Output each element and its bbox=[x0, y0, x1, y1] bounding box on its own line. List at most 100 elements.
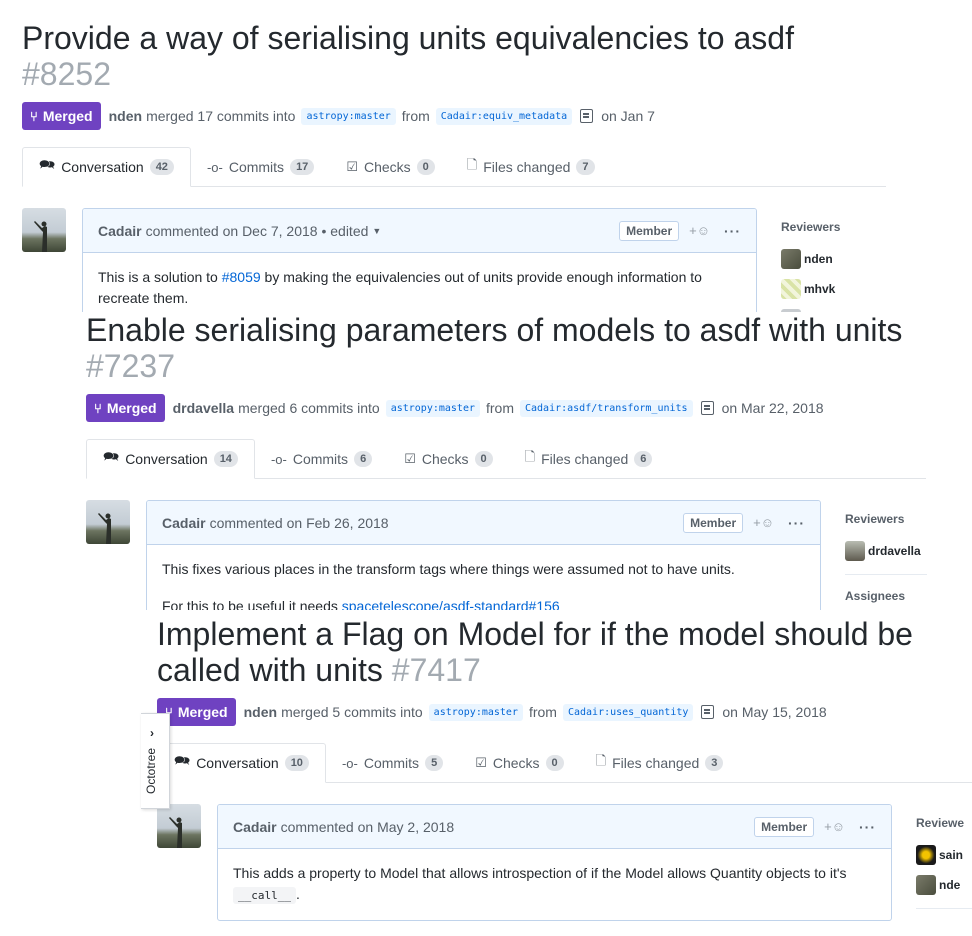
reviewers-heading: Reviewers bbox=[781, 220, 841, 234]
file-diff-icon: 🗋 bbox=[524, 449, 536, 464]
commit-icon: -o- bbox=[270, 451, 287, 467]
state-label: Merged bbox=[42, 108, 93, 124]
comment-author[interactable]: Cadair bbox=[162, 515, 206, 531]
merged-by-user[interactable]: nden bbox=[244, 704, 277, 720]
base-branch[interactable]: astropy:master bbox=[385, 399, 480, 417]
pr-title-text: Provide a way of serialising units equiv… bbox=[22, 20, 794, 56]
add-reaction-icon[interactable]: +☺ bbox=[689, 223, 710, 238]
pr-number[interactable]: #7237 bbox=[86, 348, 175, 384]
more-options-icon[interactable]: ··· bbox=[724, 223, 741, 239]
avatar[interactable] bbox=[157, 804, 201, 848]
merge-date: on Mar 22, 2018 bbox=[721, 400, 824, 416]
pr-number[interactable]: #7417 bbox=[392, 652, 481, 688]
add-reaction-icon[interactable]: +☺ bbox=[753, 515, 774, 530]
comment: Cadair commented on Dec 7, 2018 • edited… bbox=[82, 208, 757, 314]
head-branch[interactable]: Cadair:asdf/transform_units bbox=[520, 399, 693, 417]
sidebar: Reviewers drdavella Assignees bbox=[845, 512, 927, 610]
avatar[interactable] bbox=[86, 500, 130, 544]
base-branch[interactable]: astropy:master bbox=[428, 703, 523, 721]
comment-author[interactable]: Cadair bbox=[98, 223, 142, 239]
tab-checks[interactable]: ☑ Checks 0 bbox=[459, 744, 579, 782]
tab-label: Commits bbox=[363, 755, 420, 771]
tab-counter: 17 bbox=[290, 159, 315, 175]
tab-files-changed[interactable]: 🗋 Files changed 3 bbox=[580, 744, 740, 782]
tab-counter: 6 bbox=[634, 451, 653, 467]
tab-commits[interactable]: -o- Commits 17 bbox=[191, 148, 330, 186]
more-options-icon[interactable]: ··· bbox=[788, 515, 805, 531]
tab-counter: 14 bbox=[213, 451, 238, 467]
comment-text: . bbox=[295, 886, 300, 902]
pr-title: Implement a Flag on Model for if the mod… bbox=[157, 616, 913, 688]
tab-counter: 10 bbox=[284, 755, 309, 771]
merge-date: on Jan 7 bbox=[601, 108, 655, 124]
tab-counter: 0 bbox=[474, 451, 493, 467]
tab-counter: 7 bbox=[576, 159, 595, 175]
comment-body: This is a solution to #8059 by making th… bbox=[83, 253, 756, 314]
pr-meta: ⑂ Merged nden merged 5 commits into astro… bbox=[157, 698, 827, 726]
tab-commits[interactable]: -o- Commits 6 bbox=[255, 440, 388, 478]
head-branch[interactable]: Cadair:uses_quantity bbox=[562, 703, 694, 721]
tab-counter: 42 bbox=[149, 159, 174, 175]
comment-header: Cadair commented on Dec 7, 2018 • edited… bbox=[83, 209, 756, 253]
comment-author[interactable]: Cadair bbox=[233, 819, 277, 835]
merged-badge: ⑂ Merged bbox=[22, 102, 101, 130]
tab-checks[interactable]: ☑ Checks 0 bbox=[330, 148, 450, 186]
merged-by-user[interactable]: drdavella bbox=[173, 400, 234, 416]
reviewer-item[interactable]: mhvk bbox=[781, 274, 941, 304]
from-text: from bbox=[401, 108, 430, 124]
head-branch[interactable]: Cadair:equiv_metadata bbox=[435, 107, 573, 125]
tab-label: Files changed bbox=[541, 451, 629, 467]
inline-code: __call__ bbox=[233, 887, 296, 904]
state-label: Merged bbox=[177, 704, 228, 720]
tab-label: Conversation bbox=[125, 451, 208, 467]
pr-tabs: 🗪 Conversation 10 -o- Commits 5 ☑ Checks 0 🗋 Fi… bbox=[157, 743, 972, 783]
divider bbox=[916, 908, 972, 909]
reviewer-name: sain bbox=[939, 848, 964, 862]
commit-icon: -o- bbox=[341, 755, 358, 771]
tab-conversation[interactable]: 🗪 Conversation 14 bbox=[86, 439, 255, 479]
reviewer-name: nde bbox=[939, 878, 961, 892]
pr-tabs: 🗪 Conversation 42 -o- Commits 17 ☑ Checks 0 🗋 F… bbox=[22, 147, 886, 187]
pr-tabs: 🗪 Conversation 14 -o- Commits 6 ☑ Checks 0 🗋 Fi… bbox=[86, 439, 926, 479]
pr-link[interactable]: spacetelescope/asdf-standard#156 bbox=[342, 598, 560, 610]
tab-counter: 6 bbox=[354, 451, 373, 467]
comment-meta: commented on Dec 7, 2018 • edited bbox=[145, 222, 369, 239]
tab-files-changed[interactable]: 🗋 Files changed 7 bbox=[451, 148, 611, 186]
add-reaction-icon[interactable]: +☺ bbox=[824, 819, 845, 834]
tab-counter: 0 bbox=[545, 755, 564, 771]
pr-panel-7237: Enable serialising parameters of models … bbox=[64, 312, 972, 610]
comment-icon: 🗪 bbox=[39, 157, 56, 172]
comment-body: This adds a property to Model that allow… bbox=[218, 849, 891, 920]
reviewer-item[interactable]: nden bbox=[781, 244, 941, 274]
member-label: Member bbox=[754, 816, 815, 837]
merged-by-user[interactable]: nden bbox=[109, 108, 142, 124]
clipboard-icon[interactable] bbox=[701, 705, 715, 719]
merge-action-text: merged 5 commits into bbox=[281, 704, 423, 720]
comment: Cadair commented on Feb 26, 2018 Member … bbox=[146, 500, 821, 610]
avatar[interactable] bbox=[22, 208, 66, 252]
base-branch[interactable]: astropy:master bbox=[301, 107, 396, 125]
clipboard-icon[interactable] bbox=[580, 109, 594, 123]
comment-text: For this to be useful it needs spacetele… bbox=[162, 596, 805, 610]
avatar bbox=[916, 845, 936, 865]
tab-commits[interactable]: -o- Commits 5 bbox=[326, 744, 459, 782]
more-options-icon[interactable]: ··· bbox=[859, 819, 876, 835]
clipboard-icon[interactable] bbox=[700, 401, 714, 415]
comment-icon: 🗪 bbox=[103, 449, 120, 464]
tab-checks[interactable]: ☑ Checks 0 bbox=[388, 440, 508, 478]
reviewer-item[interactable]: drdavella bbox=[845, 536, 927, 566]
comment-body: This fixes various places in the transfo… bbox=[147, 545, 820, 610]
avatar bbox=[845, 541, 865, 561]
tab-files-changed[interactable]: 🗋 Files changed 6 bbox=[509, 440, 669, 478]
pr-title: Enable serialising parameters of models … bbox=[86, 312, 902, 384]
tab-conversation[interactable]: 🗪 Conversation 10 bbox=[157, 743, 326, 783]
chevron-down-icon[interactable]: ▼ bbox=[372, 226, 381, 236]
issue-link[interactable]: #8059 bbox=[222, 269, 261, 285]
tab-label: Files changed bbox=[483, 159, 571, 175]
reviewer-item[interactable]: nde bbox=[916, 870, 972, 900]
pr-number[interactable]: #8252 bbox=[22, 56, 111, 92]
tab-conversation[interactable]: 🗪 Conversation 42 bbox=[22, 147, 191, 187]
octotree-toggle[interactable]: › Octotree bbox=[141, 713, 170, 809]
reviewer-item[interactable]: sain bbox=[916, 840, 972, 870]
comment: Cadair commented on May 2, 2018 Member +… bbox=[217, 804, 892, 921]
